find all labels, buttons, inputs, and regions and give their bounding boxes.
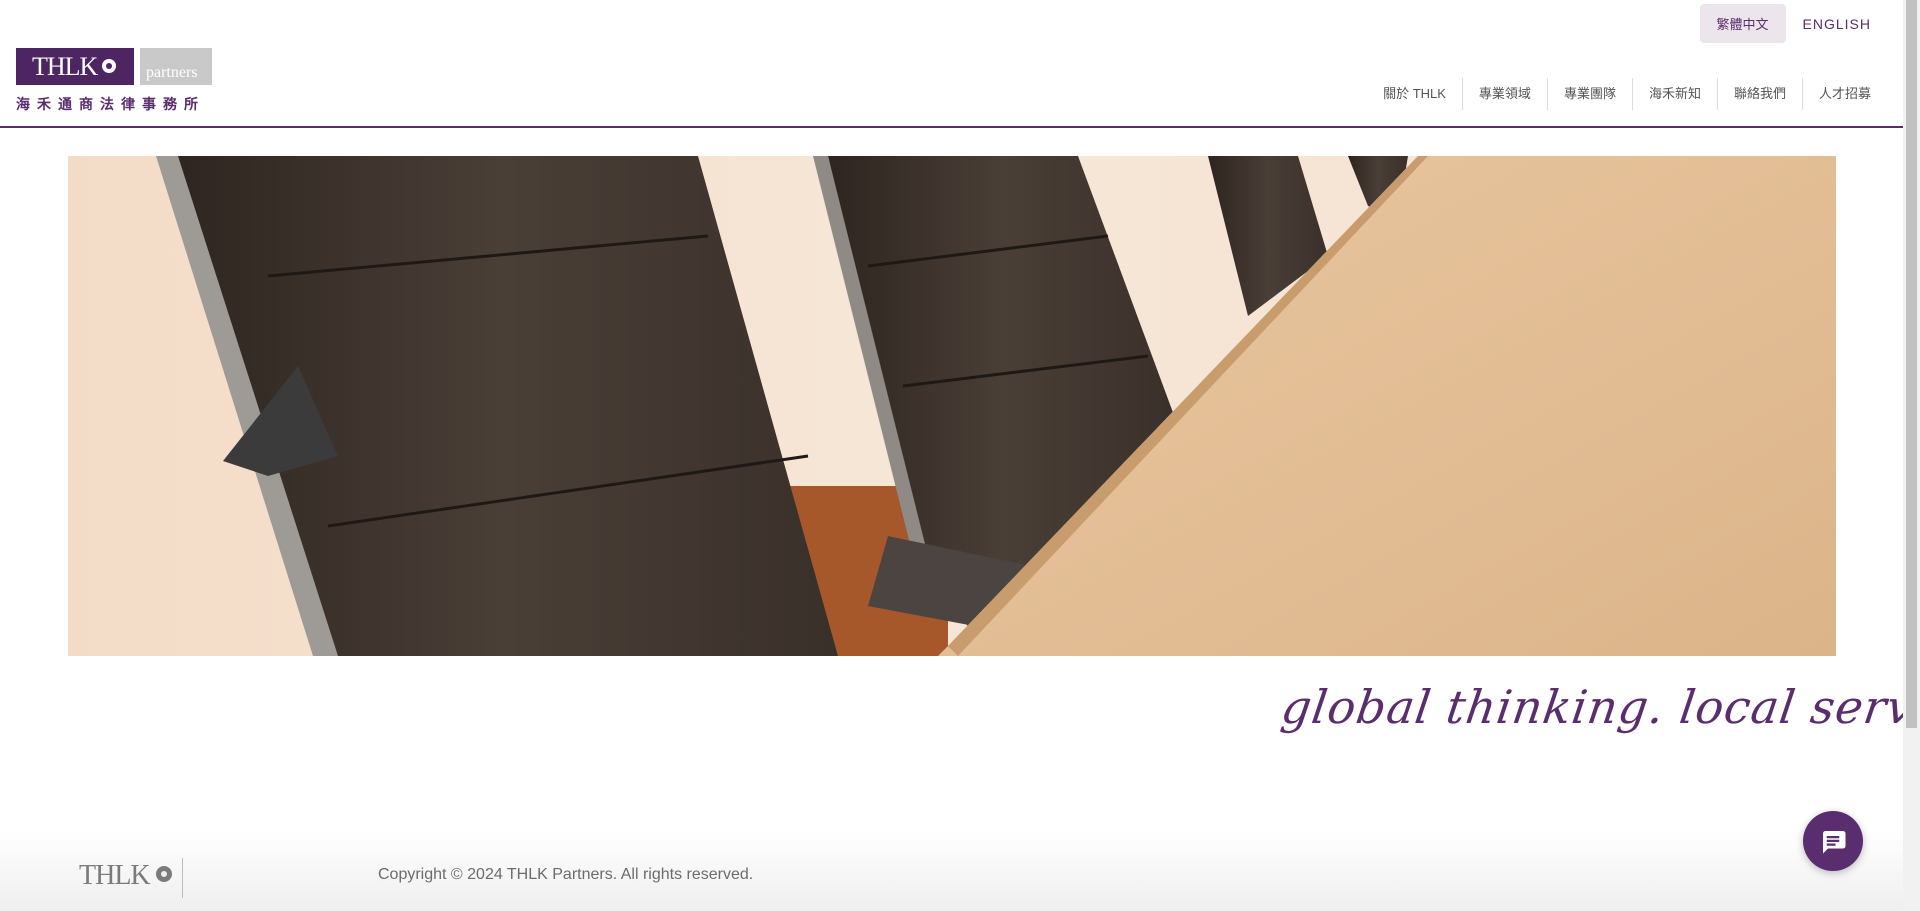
- logo-mark: THLK: [16, 48, 134, 85]
- logo-chinese-name: 海禾通商法律事務所: [16, 96, 205, 112]
- nav-item-about[interactable]: 關於 THLK: [1367, 78, 1462, 110]
- logo-mark-icon: [155, 866, 172, 882]
- language-switcher: 繁體中文 ENGLISH: [1699, 4, 1871, 43]
- footer-logo-text: THLK: [79, 860, 151, 891]
- nav-item-contact[interactable]: 聯絡我們: [1716, 78, 1802, 110]
- nav-item-team[interactable]: 專業團隊: [1546, 78, 1632, 110]
- page: THLK partners 海禾通商法律事務所 繁體中文 ENGLISH 關於 …: [0, 0, 1920, 911]
- nav-item-practice-areas[interactable]: 專業領域: [1461, 78, 1547, 110]
- language-english-link[interactable]: ENGLISH: [1803, 16, 1871, 32]
- nav-item-careers[interactable]: 人才招募: [1801, 78, 1871, 110]
- footer-logo[interactable]: THLK: [79, 858, 183, 898]
- main-nav: 關於 THLK 專業領域 專業團隊 海禾新知 聯絡我們 人才招募: [1367, 78, 1871, 110]
- logo-partners: partners: [140, 48, 212, 85]
- hero-tagline: global thinking. local service.: [1278, 680, 1920, 734]
- copyright-text: Copyright © 2024 THLK Partners. All righ…: [378, 866, 754, 883]
- logo-text: THLK: [32, 52, 98, 81]
- chat-icon: [1823, 831, 1846, 854]
- nav-item-news[interactable]: 海禾新知: [1631, 78, 1717, 110]
- logo-mark-icon: [102, 59, 117, 73]
- chat-button[interactable]: [1803, 811, 1863, 871]
- site-logo[interactable]: THLK partners 海禾通商法律事務所: [16, 48, 212, 112]
- site-header: THLK partners 海禾通商法律事務所 繁體中文 ENGLISH 關於 …: [0, 0, 1903, 128]
- hero-image: [68, 156, 1836, 656]
- scrollbar-thumb[interactable]: [1906, 0, 1917, 728]
- page-scrollbar[interactable]: [1903, 0, 1920, 911]
- hero-illustration: [156, 156, 1836, 656]
- language-chinese-button[interactable]: 繁體中文: [1699, 4, 1786, 43]
- site-footer: THLK Copyright © 2024 THLK Partners. All…: [0, 830, 1903, 911]
